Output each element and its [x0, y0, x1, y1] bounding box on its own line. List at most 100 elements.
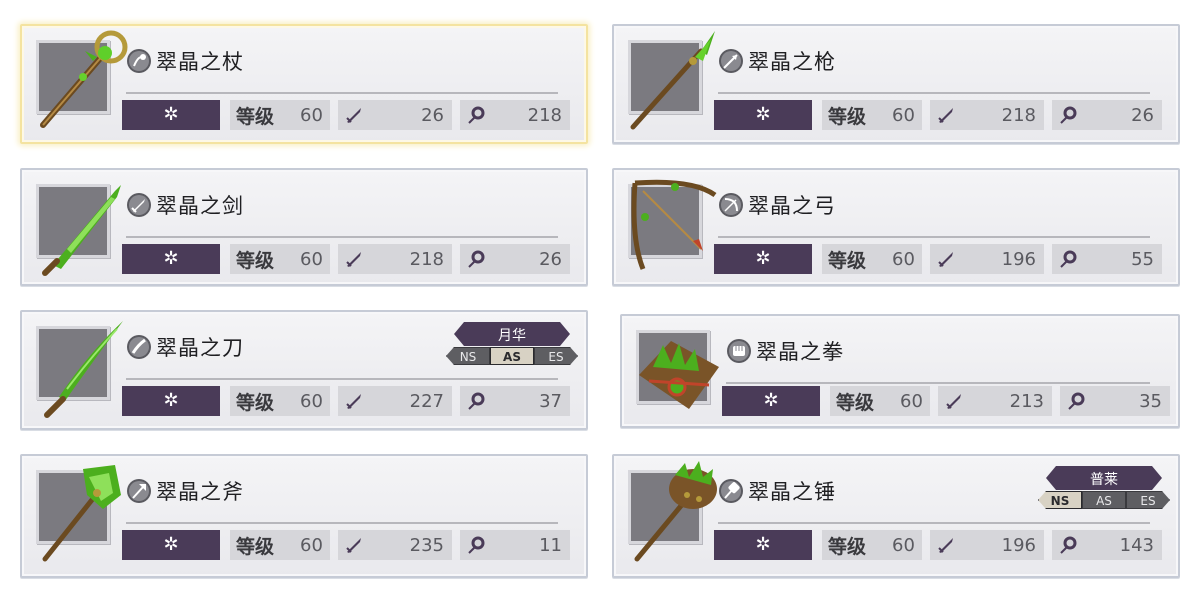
weapon-name: 翠晶之拳 — [756, 340, 844, 364]
level-label: 等级 — [828, 536, 867, 558]
level-value: 60 — [300, 391, 323, 412]
stat-row: ✲ 等级 60 196 55 — [714, 244, 1162, 274]
hammer-icon — [634, 461, 717, 562]
bow-type-icon — [719, 193, 743, 217]
weapon-name: 翠晶之弓 — [748, 194, 836, 218]
weapon-card-axe[interactable]: 翠晶之斧 ✲ 等级 60 235 11 — [20, 454, 588, 578]
bow-icon — [631, 179, 717, 270]
stat-row: ✲ 等级 60 218 26 — [122, 244, 570, 274]
attack-value: 235 — [409, 535, 444, 556]
divider — [718, 92, 1150, 94]
element-badge: ✲ — [722, 386, 820, 416]
magic-value: 143 — [1119, 535, 1154, 556]
magic-chip: 55 — [1052, 244, 1162, 274]
magic-icon — [1068, 392, 1085, 410]
weapon-thumbnail — [636, 330, 719, 409]
fist-type-icon — [727, 339, 751, 363]
magic-icon — [1060, 250, 1077, 268]
weapon-card-hammer[interactable]: 翠晶之锤 普莱 NS AS ES ✲ 等级 60 196 143 — [612, 454, 1180, 578]
weapon-card-spear[interactable]: 翠晶之枪 ✲ 等级 60 218 26 — [612, 24, 1180, 144]
magic-icon — [1060, 106, 1077, 124]
attack-chip: 26 — [338, 100, 452, 130]
sword-icon — [42, 185, 121, 276]
tab-es[interactable]: ES — [1126, 491, 1170, 509]
stat-row: ✲ 等级 60 218 26 — [714, 100, 1162, 130]
weapon-card-bow[interactable]: 翠晶之弓 ✲ 等级 60 196 55 — [612, 168, 1180, 286]
weapon-card-fist[interactable]: 翠晶之拳 ✲ 等级 60 213 35 — [620, 314, 1180, 428]
staff-type-icon — [127, 49, 151, 73]
weapon-name: 翠晶之刀 — [156, 336, 244, 360]
attack-value: 213 — [1009, 391, 1044, 412]
weapon-thumbnail — [628, 179, 717, 270]
divider — [126, 236, 558, 238]
spear-icon — [630, 31, 715, 130]
weapon-thumbnail — [36, 184, 121, 276]
level-label: 等级 — [828, 106, 867, 128]
magic-icon — [468, 106, 485, 124]
element-badge: ✲ — [122, 244, 220, 274]
element-badge: ✲ — [714, 100, 812, 130]
skill-label-plate: 普莱 — [1046, 466, 1162, 490]
skill-tabs: NS AS ES — [446, 347, 578, 365]
tab-ns[interactable]: NS — [1038, 491, 1082, 509]
attack-icon — [938, 108, 953, 123]
magic-icon — [468, 250, 485, 268]
weapon-thumbnail — [628, 461, 717, 562]
level-value: 60 — [892, 535, 915, 556]
stat-row: ✲ 等级 60 196 143 — [714, 530, 1162, 560]
sword-type-icon — [127, 193, 151, 217]
element-badge: ✲ — [122, 530, 220, 560]
weapon-skill-badge[interactable]: 普莱 NS AS ES — [1038, 466, 1170, 512]
tab-as[interactable]: AS — [490, 347, 534, 365]
axe-icon — [42, 465, 121, 562]
magic-value: 11 — [539, 535, 562, 556]
weapon-card-staff[interactable]: 翠晶之杖 ✲ 等级 60 26 218 — [20, 24, 588, 144]
element-badge: ✲ — [714, 530, 812, 560]
magic-chip: 26 — [1052, 100, 1162, 130]
level-value: 60 — [300, 535, 323, 556]
stat-row: ✲ 等级 60 227 37 — [122, 386, 570, 416]
divider — [726, 382, 1150, 384]
attack-chip: 218 — [930, 100, 1044, 130]
divider — [718, 236, 1150, 238]
level-chip: 等级 60 — [230, 530, 330, 560]
magic-value: 35 — [1139, 391, 1162, 412]
level-value: 60 — [300, 105, 323, 126]
level-chip: 等级 60 — [830, 386, 930, 416]
tab-es[interactable]: ES — [534, 347, 578, 365]
attack-icon — [946, 394, 961, 409]
attack-chip: 213 — [938, 386, 1052, 416]
magic-icon — [468, 536, 485, 554]
fist-icon — [639, 341, 719, 409]
stat-row: ✲ 等级 60 213 35 — [722, 386, 1170, 416]
attack-icon — [346, 538, 361, 553]
attack-chip: 196 — [930, 530, 1044, 560]
level-label: 等级 — [828, 250, 867, 272]
magic-chip: 35 — [1060, 386, 1170, 416]
weapon-thumbnail — [36, 465, 121, 562]
magic-icon — [468, 392, 485, 410]
attack-value: 227 — [409, 391, 444, 412]
weapon-card-sword[interactable]: 翠晶之剑 ✲ 等级 60 218 26 — [20, 168, 588, 286]
divider — [126, 92, 558, 94]
attack-chip: 218 — [338, 244, 452, 274]
tab-as[interactable]: AS — [1082, 491, 1126, 509]
level-value: 60 — [892, 105, 915, 126]
attack-icon — [346, 394, 361, 409]
weapon-skill-badge[interactable]: 月华 NS AS ES — [446, 322, 578, 368]
tab-ns[interactable]: NS — [446, 347, 490, 365]
level-chip: 等级 60 — [230, 244, 330, 274]
attack-value: 218 — [409, 249, 444, 270]
level-value: 60 — [900, 391, 923, 412]
attack-value: 196 — [1001, 249, 1036, 270]
divider — [126, 522, 558, 524]
element-badge: ✲ — [122, 100, 220, 130]
magic-value: 37 — [539, 391, 562, 412]
magic-chip: 218 — [460, 100, 570, 130]
weapon-card-katana[interactable]: 翠晶之刀 月华 NS AS ES ✲ 等级 60 227 37 — [20, 310, 588, 430]
level-label: 等级 — [236, 250, 275, 272]
attack-icon — [346, 252, 361, 267]
weapon-name: 翠晶之锤 — [748, 480, 836, 504]
level-chip: 等级 60 — [822, 100, 922, 130]
level-chip: 等级 60 — [230, 386, 330, 416]
